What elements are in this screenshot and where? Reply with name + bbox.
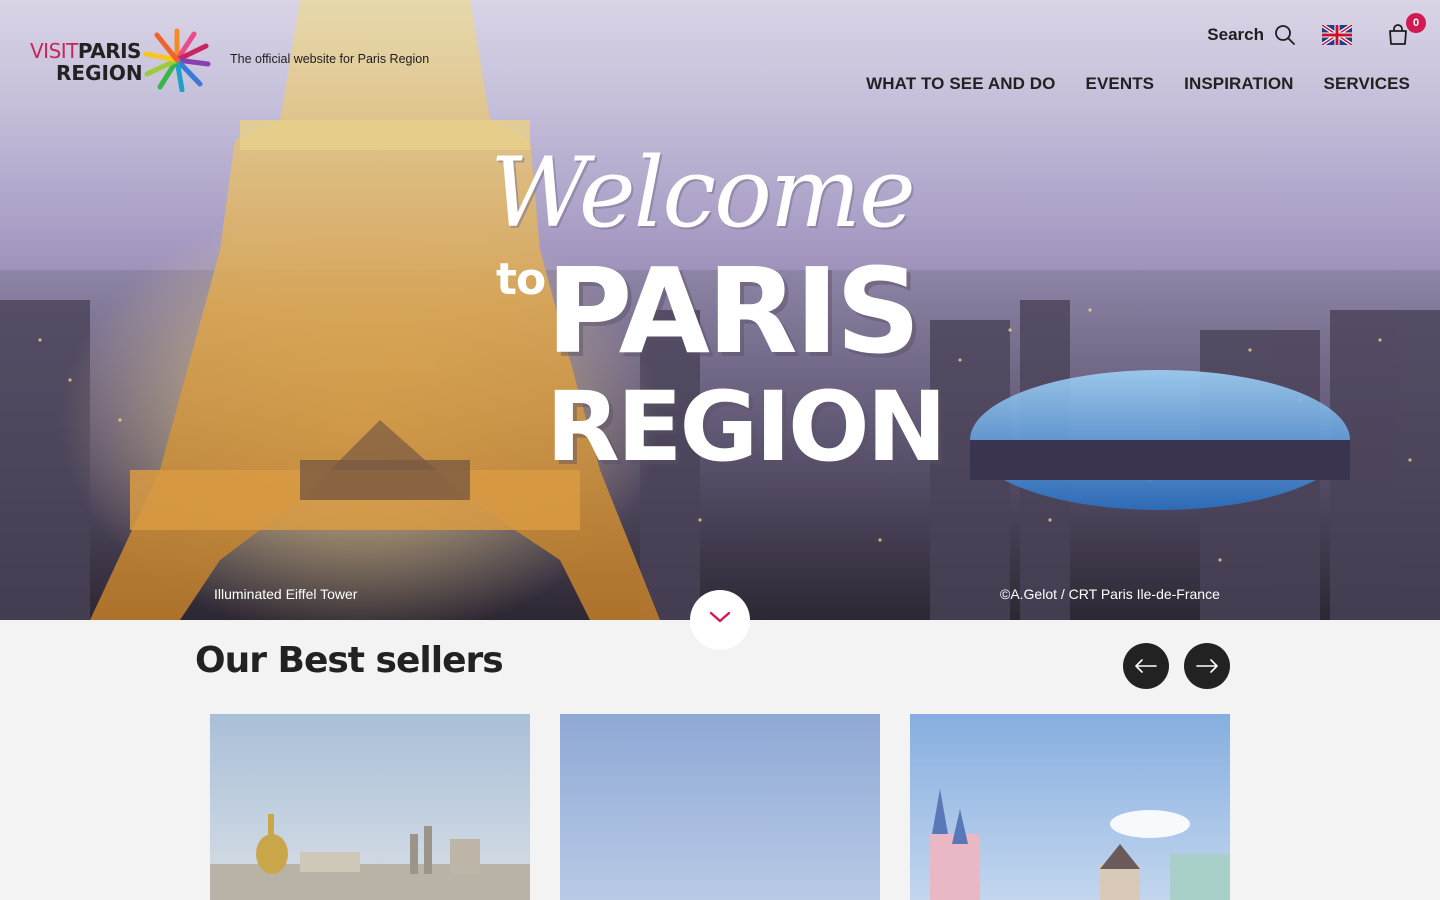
hero-caption: Illuminated Eiffel Tower — [214, 586, 358, 602]
chevron-down-icon — [709, 611, 731, 623]
hero-title-welcome: Welcome — [490, 137, 916, 249]
hero-photo-credit: ©A.Gelot / CRT Paris Ile-de-France — [1000, 586, 1220, 602]
cart-button[interactable]: 0 — [1386, 13, 1426, 47]
best-seller-card[interactable] — [910, 714, 1230, 900]
nav-what-to-see-and-do[interactable]: WHAT TO SEE AND DO — [866, 74, 1055, 94]
best-seller-card[interactable] — [560, 714, 880, 900]
cart-count-badge: 0 — [1406, 13, 1426, 33]
search-label: Search — [1207, 25, 1264, 44]
uk-flag-icon[interactable] — [1322, 25, 1352, 45]
site-tagline: The official website for Paris Region — [230, 52, 430, 66]
hero-title-paris: PARIS — [546, 242, 921, 380]
logo-burst-icon — [143, 28, 211, 92]
arrow-left-icon — [1135, 659, 1157, 673]
card-image-castle — [910, 714, 1230, 900]
carousel-next-button[interactable] — [1184, 643, 1230, 689]
nav-events[interactable]: EVENTS — [1086, 74, 1155, 94]
logo-region-text: REGION — [56, 61, 143, 85]
logo-visit-text: VISIT — [30, 39, 78, 63]
hero-title-region: REGION — [546, 371, 947, 483]
best-seller-card[interactable] — [210, 714, 530, 900]
arrow-right-icon — [1196, 659, 1218, 673]
hero-title: Welcome to PARIS REGION — [490, 137, 960, 482]
scroll-down-button[interactable] — [690, 590, 750, 650]
nav-services[interactable]: SERVICES — [1324, 74, 1410, 94]
search-icon — [1275, 25, 1295, 45]
hero-banner: VISITPARIS REGION The official website f… — [0, 0, 1440, 620]
best-sellers-title: Our Best sellers — [195, 640, 504, 681]
hero-title-to: to — [496, 254, 546, 305]
search-button[interactable]: Search — [1207, 24, 1296, 46]
carousel-prev-button[interactable] — [1123, 643, 1169, 689]
logo-paris-text: PARIS — [77, 39, 142, 63]
nav-inspiration[interactable]: INSPIRATION — [1184, 74, 1293, 94]
card-image-paris-skyline — [210, 714, 530, 900]
header-actions: Search 0 — [1207, 13, 1426, 52]
main-navigation: WHAT TO SEE AND DO EVENTS INSPIRATION SE… — [836, 74, 1410, 94]
site-logo[interactable]: VISITPARIS REGION — [30, 28, 220, 94]
card-image-sky — [560, 714, 880, 900]
